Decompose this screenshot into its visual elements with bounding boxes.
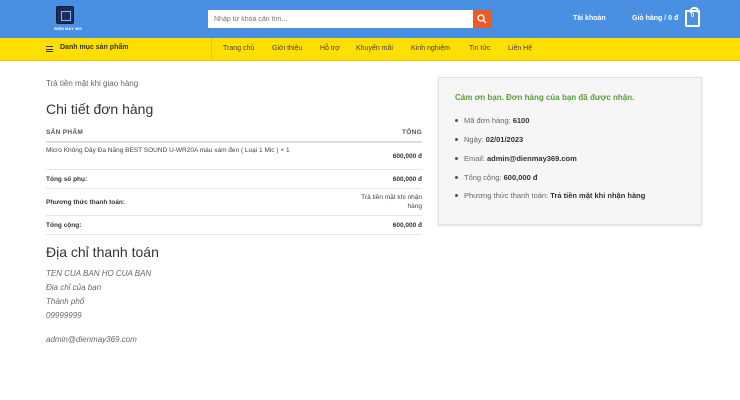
category-menu-button[interactable]: Danh mục sản phẩm: [60, 44, 128, 51]
payment-note: Trả tiền mặt khi giao hàng: [46, 79, 139, 88]
cart-link[interactable]: Giỏ hàng / 0 đ: [632, 15, 678, 22]
billing-phone: 09999999: [46, 311, 82, 320]
nav-item-support[interactable]: Hỗ trợ: [320, 45, 340, 52]
nav-item-promotions[interactable]: Khuyến mãi: [356, 45, 393, 52]
order-details-title: Chi tiết đơn hàng: [46, 101, 154, 117]
product-total: 600,000 đ: [392, 153, 422, 160]
nav-item-home[interactable]: Trang chủ: [223, 45, 254, 52]
summary-total: Tổng cộng: 600,000 đ: [455, 173, 537, 182]
summary-date: Ngày: 02/01/2023: [455, 135, 523, 144]
order-summary-box: Cám ơn bạn. Đơn hàng của bạn đã được nhậ…: [438, 77, 702, 225]
table-divider: [46, 215, 422, 216]
subtotal-label: Tổng số phụ:: [46, 176, 88, 183]
nav-divider: [211, 38, 212, 60]
table-divider: [46, 188, 422, 189]
product-qty: × 1: [280, 147, 290, 154]
col-product-header: SẢN PHẨM: [46, 129, 84, 136]
summary-order-number: Mã đơn hàng: 6100: [455, 116, 529, 125]
logo-text: ĐIỆN MÁY 369: [54, 26, 82, 31]
payment-method-label: Phương thức thanh toán:: [46, 199, 126, 206]
site-logo[interactable]: ĐIỆN MÁY 369: [48, 6, 88, 34]
billing-street: Địa chỉ của bạn: [46, 283, 102, 292]
nav-item-about[interactable]: Giới thiệu: [272, 45, 302, 52]
subtotal-value: 600,000 đ: [392, 176, 422, 183]
search-bar: [208, 10, 491, 28]
table-divider: [46, 169, 422, 170]
billing-name: TEN CUA BAN HO CUA BAN: [46, 269, 152, 278]
billing-address-title: Địa chỉ thanh toán: [46, 244, 159, 260]
product-name[interactable]: Micro Không Dây Đa Năng BEST SOUND U-WR2…: [46, 146, 336, 155]
search-input[interactable]: [208, 10, 472, 28]
cart-icon[interactable]: 0: [685, 7, 700, 27]
cart-count: 0: [690, 13, 695, 19]
nav-item-news[interactable]: Tin tức: [469, 45, 491, 52]
nav-item-experience[interactable]: Kinh nghiệm: [411, 45, 450, 52]
table-divider: [46, 234, 422, 235]
payment-method-value: Trả tiền mặt khi nhận hàng: [361, 194, 422, 210]
account-link[interactable]: Tài khoản: [573, 15, 606, 22]
col-total-header: TỔNG: [402, 129, 422, 136]
billing-city: Thành phố: [46, 297, 85, 306]
search-button[interactable]: [473, 10, 491, 28]
thank-you-message: Cám ơn bạn. Đơn hàng của bạn đã được nhậ…: [455, 93, 635, 102]
site-header: ĐIỆN MÁY 369 Tài khoản Giỏ hàng / 0 đ 0: [0, 0, 740, 38]
billing-email: admin@dienmay369.com: [46, 335, 137, 344]
summary-payment-method: Phương thức thanh toán: Trả tiền mặt khi…: [455, 191, 645, 200]
order-table-header: SẢN PHẨM TỔNG: [46, 129, 422, 141]
total-label: Tổng cộng:: [46, 222, 82, 229]
total-value: 600,000 đ: [392, 222, 422, 229]
search-icon: [477, 14, 487, 24]
table-divider: [46, 141, 422, 143]
logo-icon: [56, 6, 74, 24]
hamburger-icon[interactable]: [46, 46, 53, 52]
nav-item-contact[interactable]: Liên Hệ: [508, 45, 532, 52]
summary-email: Email: admin@dienmay369.com: [455, 154, 577, 163]
main-nav: Danh mục sản phẩm Trang chủ Giới thiệu H…: [0, 38, 740, 61]
